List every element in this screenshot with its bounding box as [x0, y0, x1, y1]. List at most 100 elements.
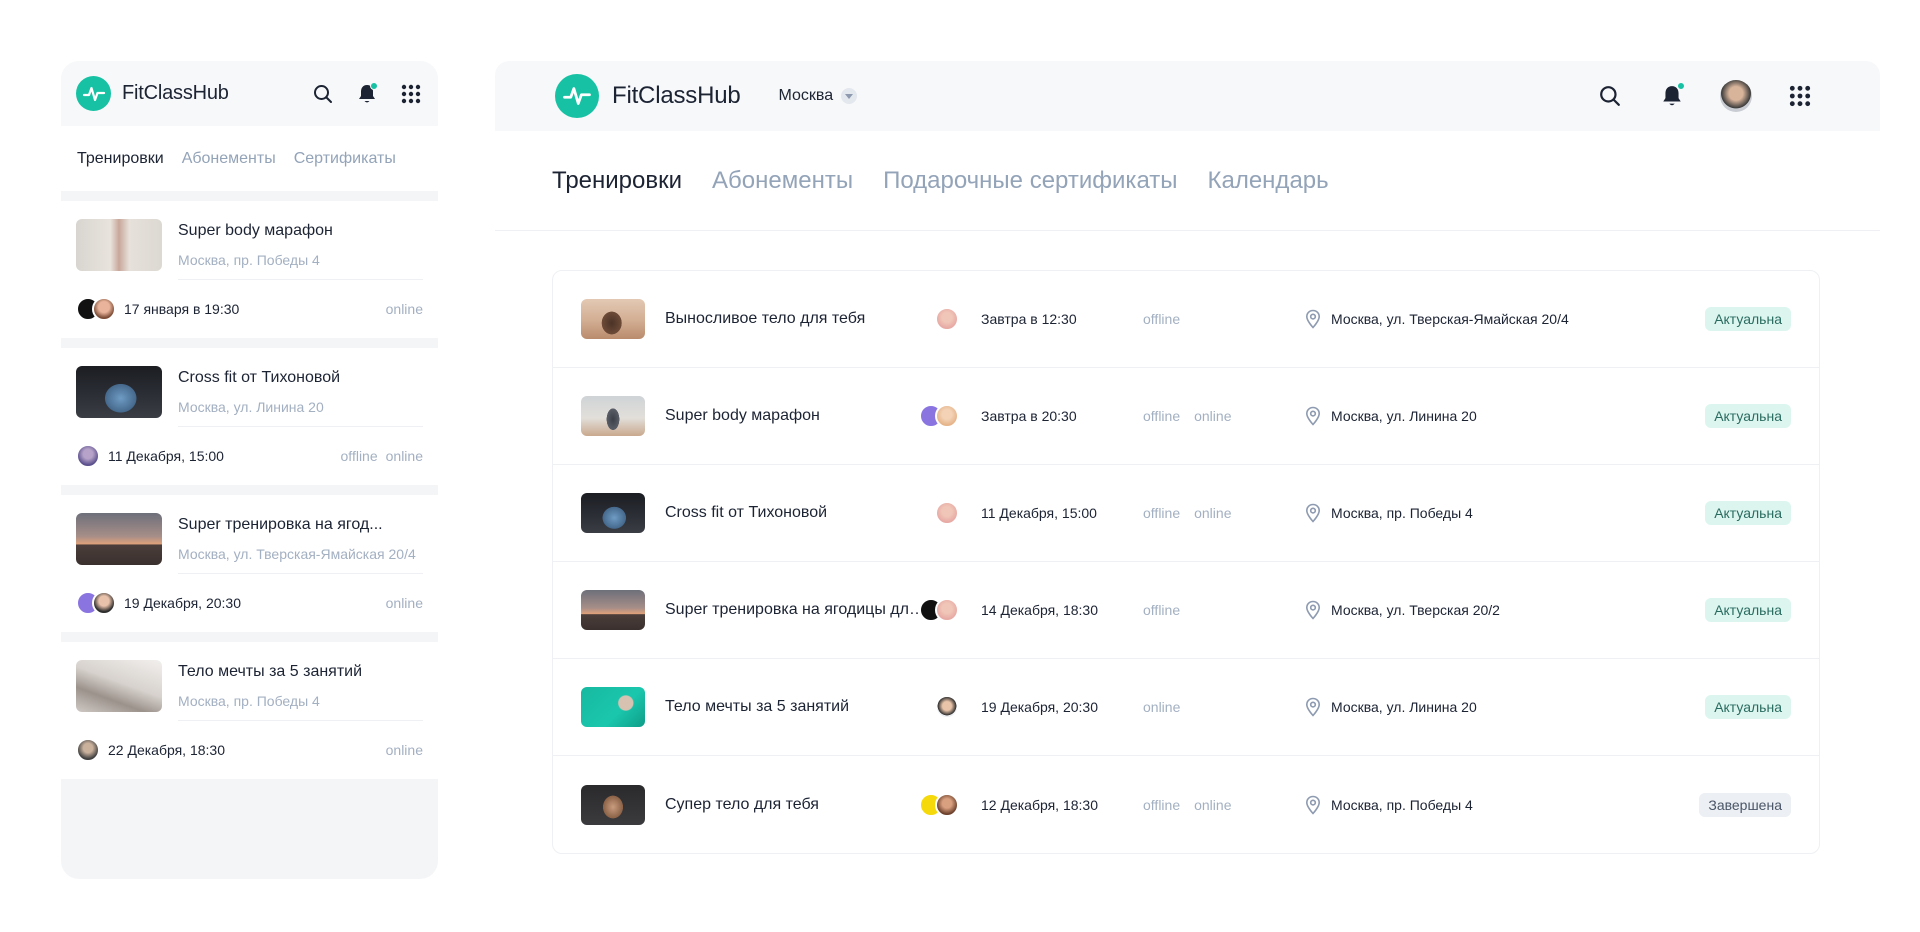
table-row[interactable]: Выносливое тело для тебя Завтра в 12:30 …: [553, 271, 1819, 368]
workout-card[interactable]: Тело мечты за 5 занятий Москва, пр. Побе…: [61, 642, 438, 779]
avatar: [76, 444, 100, 468]
tab-calendar[interactable]: Календарь: [1208, 167, 1329, 195]
status-badge: Актуальна: [1705, 404, 1791, 428]
mode-label: offline: [340, 448, 378, 464]
mobile-panel: FitClassHub Тренировки Абонементы Сертиф…: [61, 61, 438, 879]
table-row[interactable]: Тело мечты за 5 занятий 19 Декабря, 20:3…: [553, 659, 1819, 756]
workout-date: 22 Декабря, 18:30: [108, 742, 225, 758]
table-row[interactable]: Cross fit от Тихоновой 11 Декабря, 15:00…: [553, 465, 1819, 562]
workout-thumbnail: [76, 219, 162, 271]
tab-gift-certificates[interactable]: Подарочные сертификаты: [883, 167, 1177, 195]
logo[interactable]: FitClassHub: [555, 74, 741, 118]
grid-icon[interactable]: [1786, 82, 1814, 110]
mode-label: online: [1194, 505, 1232, 521]
tab-subscriptions[interactable]: Абонементы: [182, 150, 276, 168]
workout-date: 17 января в 19:30: [124, 301, 240, 317]
workout-thumbnail: [581, 396, 645, 436]
workout-address: Москва, пр. Победы 4: [1331, 505, 1473, 521]
mode-label: offline: [1143, 796, 1181, 813]
tab-subscriptions[interactable]: Абонементы: [712, 167, 853, 195]
workout-address: Москва, ул. Тверская-Ямайская 20/4: [178, 546, 416, 562]
workout-address: Москва, ул. Линина 20: [1331, 408, 1477, 424]
workout-thumbnail: [76, 366, 162, 418]
workout-thumbnail: [76, 513, 162, 565]
location-pin-icon: [1305, 309, 1321, 329]
workout-address: Москва, ул. Линина 20: [178, 399, 324, 415]
avatar: [935, 404, 959, 428]
mobile-tabs: Тренировки Абонементы Сертификаты: [61, 126, 438, 191]
search-icon[interactable]: [311, 82, 335, 106]
mode-label: offline: [1143, 408, 1181, 424]
mode-label: offline: [1143, 505, 1181, 521]
table-row[interactable]: Super body марафон Завтра в 20:30 offlin…: [553, 368, 1819, 465]
user-avatar[interactable]: [1720, 80, 1752, 112]
trainer-avatars: [919, 404, 959, 428]
mode-label: offline: [1143, 311, 1181, 327]
tab-certificates[interactable]: Сертификаты: [294, 150, 396, 168]
table-row[interactable]: Super тренировка на ягодицы для... 14 Де…: [553, 562, 1819, 659]
mode-label: online: [385, 448, 423, 464]
workout-thumbnail: [581, 784, 645, 825]
notification-dot: [370, 81, 378, 90]
table-row[interactable]: Супер тело для тебя 12 Декабря, 18:30 of…: [553, 756, 1819, 853]
desktop-panel: FitClassHub Москва Тренировки Абонементы: [495, 61, 1880, 881]
workout-date: 11 Декабря, 15:00: [981, 505, 1097, 521]
workout-address: Москва, пр. Победы 4: [178, 252, 320, 268]
status-badge: Актуальна: [1705, 501, 1791, 525]
workout-title: Супер тело для тебя: [665, 795, 819, 813]
workout-title: Super body марафон: [665, 407, 820, 424]
workout-card[interactable]: Cross fit от Тихоновой Москва, ул. Линин…: [61, 348, 438, 485]
trainer-avatars: [76, 738, 100, 762]
workout-date: 19 Декабря, 20:30: [124, 595, 241, 611]
tab-workouts[interactable]: Тренировки: [77, 150, 164, 168]
workout-card[interactable]: Super тренировка на ягод... Москва, ул. …: [61, 495, 438, 632]
location-pin-icon: [1305, 795, 1321, 815]
location-pin-icon: [1305, 406, 1321, 426]
workout-title: Super тренировка на ягод...: [178, 516, 383, 533]
mode-label: online: [1143, 699, 1181, 715]
trainer-avatars: [919, 792, 959, 817]
avatar: [935, 501, 959, 525]
workout-thumbnail: [76, 660, 162, 712]
mode-label: offline: [1143, 602, 1181, 618]
logo-pulse-icon: [76, 76, 111, 111]
mode-label: online: [385, 595, 423, 611]
location-pin-icon: [1305, 600, 1321, 620]
tab-workouts[interactable]: Тренировки: [552, 167, 682, 195]
trainer-avatars: [935, 695, 959, 719]
bell-icon[interactable]: [355, 81, 379, 106]
status-badge: Актуальна: [1705, 598, 1791, 622]
workout-title: Тело мечты за 5 занятий: [665, 698, 850, 715]
workout-date: 19 Декабря, 20:30: [981, 699, 1098, 715]
trainer-avatars: [935, 307, 959, 331]
workout-address: Москва, пр. Победы 4: [178, 693, 320, 709]
logo-text: FitClassHub: [122, 82, 229, 104]
mode-label: online: [1194, 408, 1232, 424]
avatar: [92, 297, 116, 321]
avatar: [76, 738, 100, 762]
workout-date: 12 Декабря, 18:30: [981, 796, 1098, 813]
workout-card[interactable]: Super body марафон Москва, пр. Победы 4 …: [61, 201, 438, 338]
workout-date: 11 Декабря, 15:00: [108, 448, 224, 464]
workout-date: Завтра в 12:30: [981, 311, 1077, 327]
logo-text: FitClassHub: [612, 82, 741, 109]
search-icon[interactable]: [1596, 82, 1624, 110]
mode-label: online: [385, 742, 423, 758]
mobile-workout-list: Super body марафон Москва, пр. Победы 4 …: [61, 201, 438, 779]
workout-address: Москва, ул. Линина 20: [1331, 699, 1477, 715]
workout-thumbnail: [581, 493, 645, 533]
avatar: [935, 307, 959, 331]
workout-address: Москва, ул. Тверская-Ямайская 20/4: [1331, 311, 1569, 327]
chevron-down-icon: [841, 88, 858, 104]
logo[interactable]: FitClassHub: [76, 76, 229, 111]
status-badge: Завершена: [1699, 792, 1791, 817]
location-pin-icon: [1305, 697, 1321, 717]
location-pin-icon: [1305, 503, 1321, 523]
grid-icon[interactable]: [399, 82, 423, 106]
workout-date: 14 Декабря, 18:30: [981, 602, 1098, 618]
bell-icon[interactable]: [1658, 82, 1686, 110]
workouts-table: Выносливое тело для тебя Завтра в 12:30 …: [552, 270, 1820, 854]
status-badge: Актуальна: [1705, 307, 1791, 331]
city-selector[interactable]: Москва: [779, 87, 858, 105]
city-label: Москва: [778, 87, 834, 104]
